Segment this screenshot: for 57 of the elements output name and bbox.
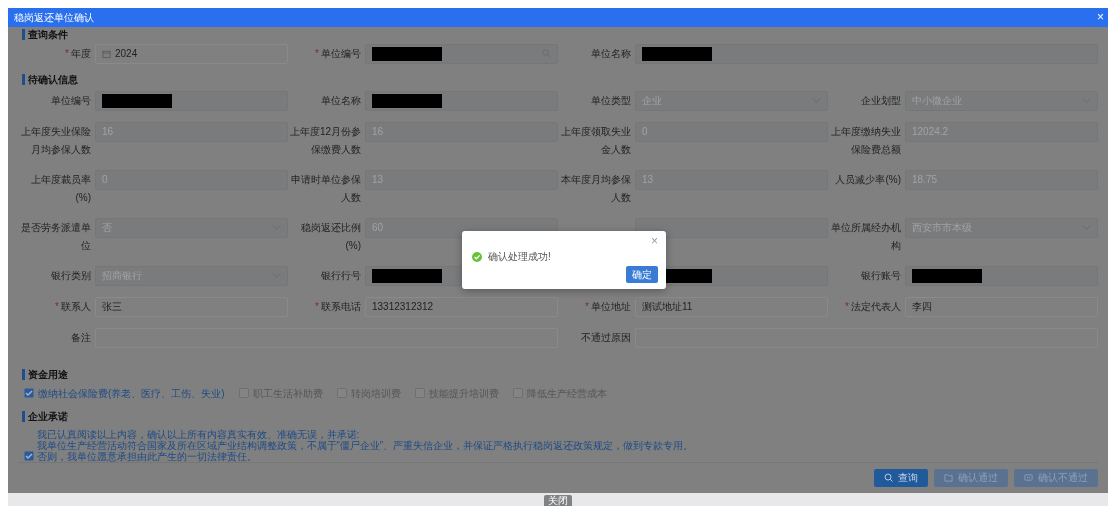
required-mark: * (315, 300, 319, 312)
section-title: 资金用途 (28, 368, 68, 383)
checkbox[interactable] (24, 450, 34, 461)
input-field[interactable]: 测试地址11 (635, 296, 828, 317)
section-title: 待确认信息 (28, 73, 78, 88)
dialog-title: 稳岗返还单位确认 (14, 10, 94, 25)
field-label: 人员减少率(%) (835, 173, 901, 185)
field-label: 稳岗返还比例(%) (301, 221, 361, 251)
field-label: 法定代表人 (851, 300, 901, 312)
field-label: 银行行号 (321, 269, 361, 281)
field-label: 申请时单位参保人数 (291, 173, 361, 203)
field-label: 单位名称 (591, 47, 631, 59)
close-button[interactable]: × (1097, 11, 1104, 24)
field-label: 单位所属经办机构 (831, 221, 901, 251)
close-button[interactable]: 关闭 (544, 495, 572, 506)
field-label: 单位编号 (51, 94, 91, 106)
calendar-icon (102, 48, 111, 59)
field-label: 年度 (71, 47, 91, 59)
checkbox-label[interactable]: 缴纳社会保险费(养老、医疗、工伤、失业) (38, 385, 225, 401)
ok-button[interactable]: 确定 (626, 266, 658, 283)
field-label: 单位类型 (591, 94, 631, 106)
search-icon (884, 473, 893, 483)
field-label: 联系人 (61, 300, 91, 312)
field-label: 备注 (71, 331, 91, 343)
input-field[interactable]: 13312312312 (365, 296, 558, 317)
required-mark: * (845, 300, 849, 312)
section-title: 企业承诺 (28, 410, 68, 425)
field-label: 上年度裁员率(%) (31, 173, 91, 203)
required-mark: * (65, 47, 69, 59)
close-button[interactable]: × (651, 235, 658, 247)
field-label: 银行账号 (861, 269, 901, 281)
field-label: 企业划型 (861, 94, 901, 106)
field-label: 上年度失业保险月均参保人数 (21, 125, 91, 155)
field-label: 单位地址 (591, 300, 631, 312)
field-label: 不通过原因 (581, 331, 631, 343)
input-field[interactable]: 张三 (95, 296, 288, 317)
success-icon (472, 251, 482, 262)
field-label: 单位编号 (321, 47, 361, 59)
input-field[interactable]: 2024 (95, 43, 288, 64)
field-label: 上年度领取失业金人数 (561, 125, 631, 155)
required-mark: * (55, 300, 59, 312)
field-label: 联系电话 (321, 300, 361, 312)
field-label: 是否劳务派遣单位 (21, 221, 91, 251)
required-mark: * (585, 300, 589, 312)
folder-icon (944, 473, 953, 483)
input-field[interactable]: 李四 (905, 296, 1098, 317)
field-label: 本年度月均参保人数 (561, 173, 631, 203)
message-text: 确认处理成功! (488, 250, 551, 264)
required-mark: * (315, 47, 319, 59)
field-label: 单位名称 (321, 94, 361, 106)
pause-icon (1024, 473, 1033, 483)
field-label: 银行类别 (51, 269, 91, 281)
section-title: 查询条件 (28, 28, 68, 43)
field-label: 上年度12月份参保缴费人数 (289, 125, 361, 155)
checkbox[interactable] (24, 388, 34, 399)
search-button[interactable]: 查询 (874, 468, 928, 487)
field-label: 上年度缴纳失业保险费总额 (831, 125, 901, 155)
